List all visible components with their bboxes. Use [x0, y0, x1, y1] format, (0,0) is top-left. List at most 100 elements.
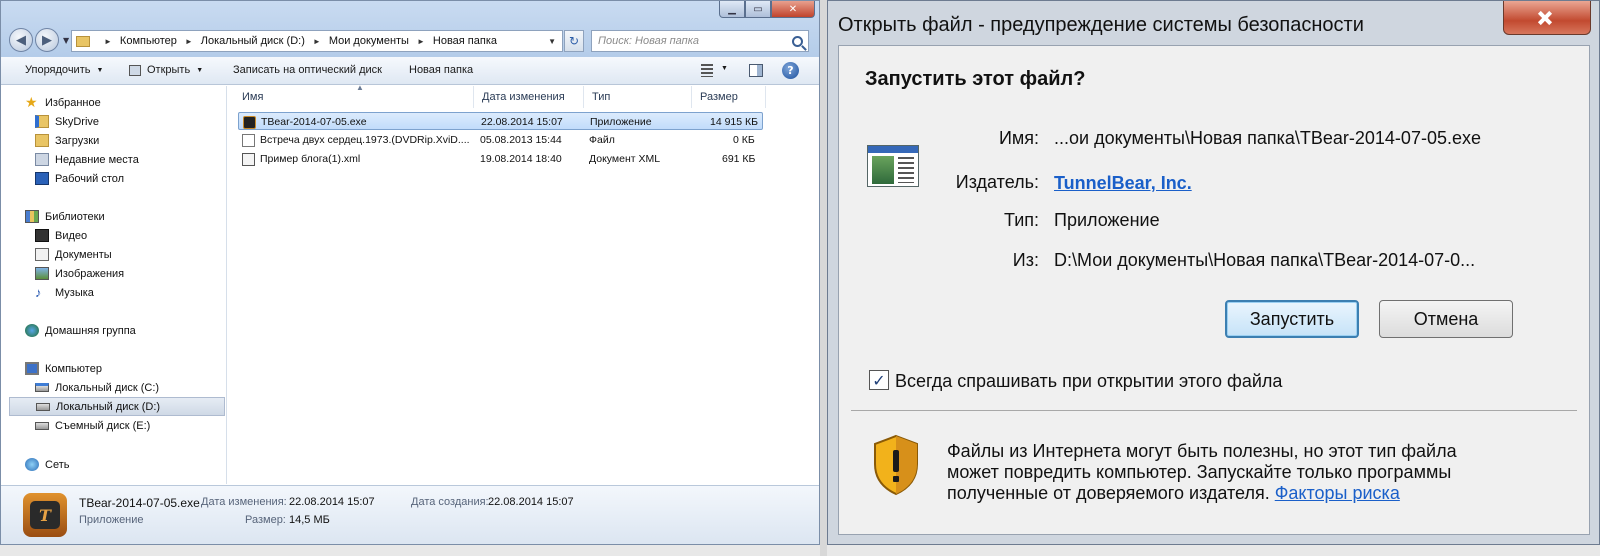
nav-recent[interactable]: Недавние места	[35, 150, 259, 169]
chevron-down-icon: ▼	[96, 66, 104, 74]
refresh-button[interactable]: ↻	[564, 30, 584, 52]
close-button[interactable]: ✕	[771, 1, 815, 18]
drive-icon	[36, 402, 50, 411]
removable-drive-icon	[35, 421, 49, 430]
breadcrumb-computer[interactable]: Компьютер	[120, 35, 177, 47]
column-label: Имя	[242, 91, 264, 103]
burn-button[interactable]: Записать на оптический диск	[233, 64, 382, 76]
run-button[interactable]: Запустить	[1225, 300, 1359, 338]
chevron-right-icon[interactable]: ►	[104, 37, 112, 46]
column-header-type[interactable]: Тип	[584, 86, 692, 108]
chevron-right-icon[interactable]: ►	[417, 37, 425, 46]
risk-factors-link[interactable]: Факторы риска	[1275, 483, 1400, 503]
nav-documents[interactable]: Документы	[35, 245, 259, 264]
cancel-button[interactable]: Отмена	[1379, 300, 1513, 338]
organize-button[interactable]: Упорядочить ▼	[25, 64, 103, 76]
arrow-right-icon: ▶	[42, 32, 52, 48]
folder-icon	[76, 35, 90, 47]
maximize-button[interactable]: ▭	[745, 1, 771, 18]
nav-homegroup[interactable]: Домашняя группа	[25, 321, 249, 340]
column-header-date[interactable]: Дата изменения	[474, 86, 584, 108]
breadcrumb-drive-d[interactable]: Локальный диск (D:)	[201, 35, 305, 47]
nav-label: Компьютер	[45, 362, 102, 375]
file-row-movie[interactable]: Встреча двух сердец.1973.(DVDRip.XviD...…	[238, 131, 763, 149]
desktop-icon	[35, 172, 49, 185]
nav-label: Избранное	[45, 96, 101, 109]
open-button[interactable]: Открыть ▼	[129, 64, 203, 76]
publisher-link[interactable]: TunnelBear, Inc.	[1054, 173, 1192, 194]
nav-video[interactable]: Видео	[35, 226, 259, 245]
search-input[interactable]: Поиск: Новая папка	[591, 30, 809, 52]
open-icon	[129, 64, 141, 76]
type-label: Тип:	[1003, 210, 1039, 230]
nav-music[interactable]: ♪ Музыка	[35, 283, 259, 302]
file-name: Пример блога(1).xml	[260, 153, 361, 165]
address-bar[interactable]: ► Компьютер ► Локальный диск (D:) ► Мои …	[71, 30, 563, 52]
nav-buttons: ◀ ▶ ▼	[9, 28, 69, 52]
search-icon[interactable]	[792, 35, 803, 47]
nav-label: Музыка	[55, 286, 94, 299]
file-row-tbear[interactable]: TBear-2014-07-05.exe 22.08.2014 15:07 Пр…	[238, 112, 763, 130]
nav-label: Локальный диск (D:)	[56, 400, 161, 413]
nav-label: Недавние места	[55, 153, 139, 166]
explorer-window: ▁ ▭ ✕ ◀ ▶ ▼ ► Компьютер ► Локальный диск…	[0, 0, 820, 545]
nav-favorites[interactable]: ★ Избранное	[25, 93, 249, 112]
dialog-divider	[851, 410, 1577, 411]
dialog-close-button[interactable]	[1503, 1, 1591, 35]
forward-button[interactable]: ▶	[35, 28, 59, 52]
nav-libraries[interactable]: Библиотеки	[25, 207, 249, 226]
nav-drive-e[interactable]: Съемный диск (E:)	[35, 416, 225, 435]
details-modified: 22.08.2014 15:07	[289, 496, 375, 508]
nav-computer[interactable]: Компьютер	[25, 359, 249, 378]
nav-downloads[interactable]: Загрузки	[35, 131, 259, 150]
details-size-label: Размер:	[245, 514, 286, 526]
open-label: Открыть	[147, 64, 191, 76]
always-ask-checkbox[interactable]: ✓	[869, 370, 889, 390]
burn-label: Записать на оптический диск	[233, 64, 382, 76]
history-dropdown-icon[interactable]: ▼	[63, 36, 69, 45]
nav-drive-c[interactable]: Локальный диск (C:)	[35, 378, 225, 397]
nav-label: Рабочий стол	[55, 172, 125, 185]
chevron-right-icon[interactable]: ►	[185, 37, 193, 46]
details-pane: T TBear-2014-07-05.exe Приложение Дата и…	[1, 485, 819, 544]
nav-desktop[interactable]: Рабочий стол	[35, 169, 259, 188]
nav-pictures[interactable]: Изображения	[35, 264, 259, 283]
chevron-right-icon[interactable]: ►	[313, 37, 321, 46]
nav-network[interactable]: Сеть	[25, 455, 249, 474]
skydrive-folder-icon	[35, 115, 49, 128]
minimize-button[interactable]: ▁	[719, 1, 745, 18]
breadcrumb-my-documents[interactable]: Мои документы	[329, 35, 409, 47]
homegroup-icon	[25, 324, 39, 337]
file-row-xml[interactable]: Пример блога(1).xml 19.08.2014 18:40 Док…	[238, 150, 763, 168]
type-value: Приложение	[1054, 210, 1160, 230]
network-icon	[25, 458, 39, 471]
preview-pane-icon[interactable]	[749, 64, 763, 77]
recent-places-icon	[35, 153, 49, 166]
view-options-icon[interactable]	[701, 64, 713, 77]
always-ask-label[interactable]: Всегда спрашивать при открытии этого фай…	[895, 371, 1282, 392]
nav-skydrive[interactable]: SkyDrive	[35, 112, 259, 131]
refresh-icon: ↻	[568, 34, 580, 48]
application-icon	[243, 116, 256, 129]
nav-label: Сеть	[45, 458, 70, 471]
checkmark-icon: ✓	[872, 370, 886, 390]
publisher-label: Издатель:	[955, 172, 1039, 192]
column-header-size[interactable]: Размер	[692, 86, 766, 108]
column-label: Дата изменения	[482, 91, 565, 103]
file-list: ▲ Имя Дата изменения Тип Размер TBear-201…	[228, 83, 819, 484]
warning-line: может повредить компьютер. Запускайте то…	[947, 462, 1452, 482]
file-name: Встреча двух сердец.1973.(DVDRip.XviD...…	[260, 134, 470, 146]
help-icon[interactable]: ?	[782, 62, 799, 79]
dialog-heading: Запустить этот файл?	[865, 68, 1086, 90]
nav-drive-d[interactable]: Локальный диск (D:)	[9, 397, 225, 416]
column-header-name[interactable]: ▲ Имя	[234, 83, 474, 108]
breadcrumb-new-folder[interactable]: Новая папка	[433, 35, 497, 47]
warning-line: Файлы из Интернета могут быть полезны, н…	[947, 441, 1457, 461]
new-folder-button[interactable]: Новая папка	[409, 64, 473, 76]
back-button[interactable]: ◀	[9, 28, 33, 52]
chevron-down-icon[interactable]: ▼	[721, 65, 728, 72]
address-dropdown-icon[interactable]: ▼	[542, 37, 562, 46]
name-label: Имя:	[998, 128, 1039, 148]
details-filename: TBear-2014-07-05.exe	[79, 496, 200, 510]
nav-label: Домашняя группа	[45, 324, 136, 337]
